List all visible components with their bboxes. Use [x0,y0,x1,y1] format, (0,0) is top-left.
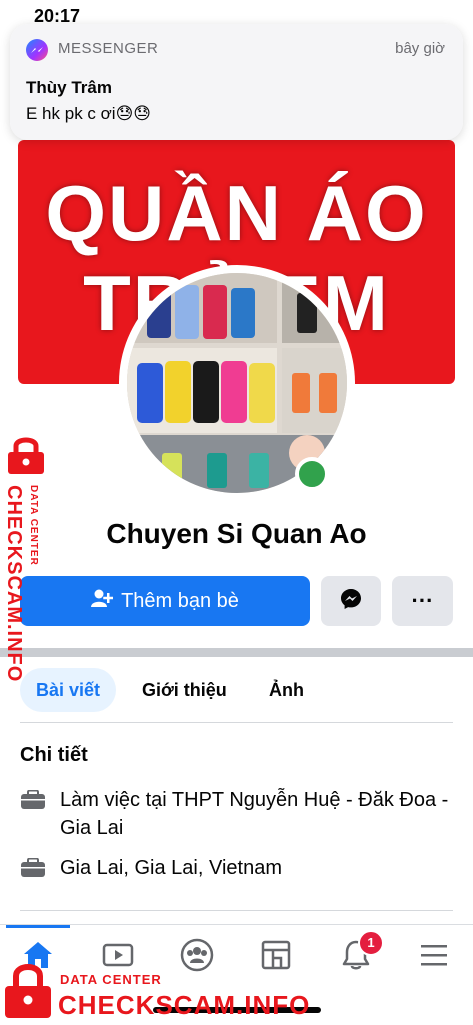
profile-avatar[interactable] [119,265,355,501]
groups-icon[interactable] [177,937,217,973]
profile-name: Chuyen Si Quan Ao [106,518,367,549]
tab-posts[interactable]: Bài viết [20,668,117,712]
watermark-bottom-subtext: DATA CENTER [60,972,162,987]
message-button[interactable] [321,576,381,626]
briefcase-icon [20,789,46,810]
details-title: Chi tiết [20,744,88,766]
notification-time: bây giờ [395,40,445,57]
section-divider [0,648,473,657]
divider [20,722,453,723]
add-friend-icon [91,588,114,614]
add-friend-label: Thêm bạn bè [121,589,239,612]
marketplace-icon[interactable] [256,937,296,973]
messenger-icon [339,587,363,616]
briefcase-icon [20,857,46,878]
online-status-dot [295,457,329,491]
watermark-side-subtext: DATA CENTER [28,485,39,566]
divider [20,910,453,911]
notification-message: E hk pk c ơi😓😓 [26,104,152,123]
watermark-side-text: CHECKSCAM.INFO [3,485,25,683]
notification-badge: 1 [358,930,384,956]
more-options-button[interactable]: ··· [392,576,453,626]
notification-sender: Thùy Trâm [26,78,112,97]
watermark-lock-icon [2,962,54,1025]
tab-about[interactable]: Giới thiệu [126,668,243,712]
messenger-notification[interactable]: MESSENGER bây giờ Thùy Trâm E hk pk c ơi… [10,24,463,140]
video-icon[interactable] [98,937,138,973]
detail-workplace-text: Làm việc tại THPT Nguyễn Huệ - Đăk Đoa -… [60,789,449,839]
tab-photos[interactable]: Ảnh [253,668,320,712]
watermark-lock-icon [4,436,48,481]
messenger-icon [26,39,48,61]
watermark-bottom-text: CHECKSCAM.INFO [58,990,311,1020]
active-tab-indicator [6,925,70,928]
notification-app-name: MESSENGER [58,40,159,57]
menu-icon[interactable] [414,937,454,973]
detail-location-text: Gia Lai, Gia Lai, Vietnam [60,857,282,879]
add-friend-button[interactable]: Thêm bạn bè [20,576,310,626]
